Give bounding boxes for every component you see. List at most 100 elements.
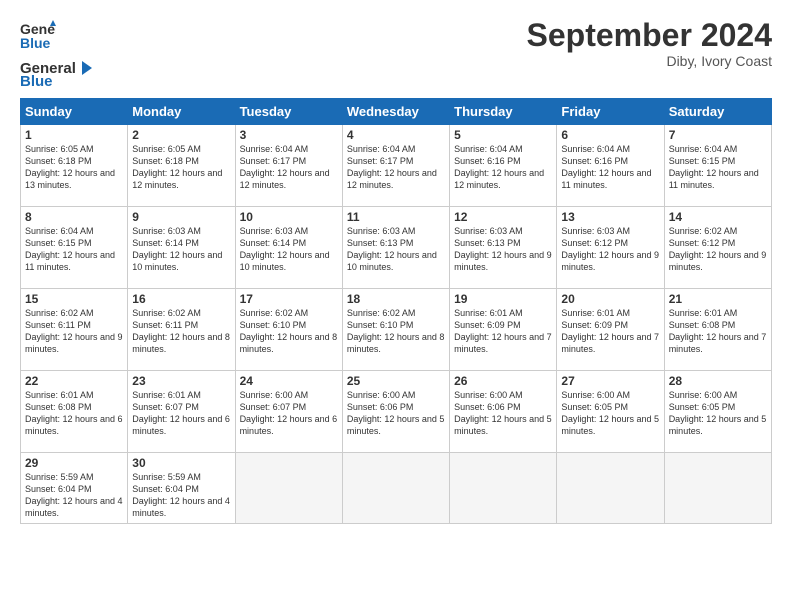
day-number: 6 [561, 128, 659, 142]
day-info: Sunrise: 6:04 AM Sunset: 6:16 PM Dayligh… [454, 143, 552, 192]
day-info: Sunrise: 6:01 AM Sunset: 6:08 PM Dayligh… [25, 389, 123, 438]
table-row: 9 Sunrise: 6:03 AM Sunset: 6:14 PM Dayli… [128, 207, 235, 289]
table-row: 6 Sunrise: 6:04 AM Sunset: 6:16 PM Dayli… [557, 125, 664, 207]
day-info: Sunrise: 6:03 AM Sunset: 6:14 PM Dayligh… [132, 225, 230, 274]
day-number: 23 [132, 374, 230, 388]
day-info: Sunrise: 6:02 AM Sunset: 6:10 PM Dayligh… [240, 307, 338, 356]
table-row: 23 Sunrise: 6:01 AM Sunset: 6:07 PM Dayl… [128, 371, 235, 453]
day-number: 14 [669, 210, 767, 224]
table-row: 18 Sunrise: 6:02 AM Sunset: 6:10 PM Dayl… [342, 289, 449, 371]
day-number: 15 [25, 292, 123, 306]
day-info: Sunrise: 6:02 AM Sunset: 6:12 PM Dayligh… [669, 225, 767, 274]
calendar-row: 8 Sunrise: 6:04 AM Sunset: 6:15 PM Dayli… [21, 207, 772, 289]
day-number: 20 [561, 292, 659, 306]
day-info: Sunrise: 6:04 AM Sunset: 6:17 PM Dayligh… [240, 143, 338, 192]
day-number: 9 [132, 210, 230, 224]
day-number: 11 [347, 210, 445, 224]
day-number: 3 [240, 128, 338, 142]
empty-cell [664, 453, 771, 524]
day-number: 16 [132, 292, 230, 306]
empty-cell [342, 453, 449, 524]
col-thursday: Thursday [450, 99, 557, 125]
day-info: Sunrise: 6:05 AM Sunset: 6:18 PM Dayligh… [25, 143, 123, 192]
empty-cell [235, 453, 342, 524]
table-row: 25 Sunrise: 6:00 AM Sunset: 6:06 PM Dayl… [342, 371, 449, 453]
day-number: 17 [240, 292, 338, 306]
table-row: 7 Sunrise: 6:04 AM Sunset: 6:15 PM Dayli… [664, 125, 771, 207]
month-title: September 2024 [527, 18, 772, 53]
header: General Blue General Blue September 2024… [20, 18, 772, 90]
col-monday: Monday [128, 99, 235, 125]
col-tuesday: Tuesday [235, 99, 342, 125]
day-info: Sunrise: 6:00 AM Sunset: 6:07 PM Dayligh… [240, 389, 338, 438]
table-row: 30 Sunrise: 5:59 AM Sunset: 6:04 PM Dayl… [128, 453, 235, 524]
day-info: Sunrise: 6:00 AM Sunset: 6:06 PM Dayligh… [347, 389, 445, 438]
empty-cell [557, 453, 664, 524]
day-info: Sunrise: 6:03 AM Sunset: 6:12 PM Dayligh… [561, 225, 659, 274]
col-sunday: Sunday [21, 99, 128, 125]
day-info: Sunrise: 6:00 AM Sunset: 6:06 PM Dayligh… [454, 389, 552, 438]
table-row: 21 Sunrise: 6:01 AM Sunset: 6:08 PM Dayl… [664, 289, 771, 371]
day-info: Sunrise: 6:04 AM Sunset: 6:16 PM Dayligh… [561, 143, 659, 192]
day-info: Sunrise: 6:04 AM Sunset: 6:15 PM Dayligh… [669, 143, 767, 192]
day-info: Sunrise: 6:02 AM Sunset: 6:10 PM Dayligh… [347, 307, 445, 356]
day-info: Sunrise: 6:03 AM Sunset: 6:13 PM Dayligh… [347, 225, 445, 274]
calendar-table: Sunday Monday Tuesday Wednesday Thursday… [20, 98, 772, 524]
logo: General Blue General Blue [20, 18, 96, 90]
day-number: 1 [25, 128, 123, 142]
day-info: Sunrise: 6:01 AM Sunset: 6:08 PM Dayligh… [669, 307, 767, 356]
table-row: 29 Sunrise: 5:59 AM Sunset: 6:04 PM Dayl… [21, 453, 128, 524]
day-info: Sunrise: 6:00 AM Sunset: 6:05 PM Dayligh… [561, 389, 659, 438]
day-info: Sunrise: 6:01 AM Sunset: 6:07 PM Dayligh… [132, 389, 230, 438]
day-info: Sunrise: 6:04 AM Sunset: 6:17 PM Dayligh… [347, 143, 445, 192]
day-number: 19 [454, 292, 552, 306]
day-number: 7 [669, 128, 767, 142]
col-friday: Friday [557, 99, 664, 125]
day-info: Sunrise: 6:03 AM Sunset: 6:14 PM Dayligh… [240, 225, 338, 274]
empty-cell [450, 453, 557, 524]
day-number: 24 [240, 374, 338, 388]
day-number: 12 [454, 210, 552, 224]
day-info: Sunrise: 6:02 AM Sunset: 6:11 PM Dayligh… [132, 307, 230, 356]
day-number: 2 [132, 128, 230, 142]
day-number: 27 [561, 374, 659, 388]
day-info: Sunrise: 6:03 AM Sunset: 6:13 PM Dayligh… [454, 225, 552, 274]
day-number: 5 [454, 128, 552, 142]
day-info: Sunrise: 6:04 AM Sunset: 6:15 PM Dayligh… [25, 225, 123, 274]
day-number: 13 [561, 210, 659, 224]
table-row: 16 Sunrise: 6:02 AM Sunset: 6:11 PM Dayl… [128, 289, 235, 371]
day-number: 28 [669, 374, 767, 388]
calendar-row: 15 Sunrise: 6:02 AM Sunset: 6:11 PM Dayl… [21, 289, 772, 371]
logo-arrow-icon [78, 59, 96, 77]
day-number: 8 [25, 210, 123, 224]
page-container: General Blue General Blue September 2024… [0, 0, 792, 534]
table-row: 20 Sunrise: 6:01 AM Sunset: 6:09 PM Dayl… [557, 289, 664, 371]
logo-icon: General Blue [20, 18, 56, 54]
day-number: 18 [347, 292, 445, 306]
calendar-body: 1 Sunrise: 6:05 AM Sunset: 6:18 PM Dayli… [21, 125, 772, 524]
table-row: 19 Sunrise: 6:01 AM Sunset: 6:09 PM Dayl… [450, 289, 557, 371]
calendar-row: 1 Sunrise: 6:05 AM Sunset: 6:18 PM Dayli… [21, 125, 772, 207]
day-number: 4 [347, 128, 445, 142]
day-info: Sunrise: 5:59 AM Sunset: 6:04 PM Dayligh… [132, 471, 230, 520]
day-number: 26 [454, 374, 552, 388]
calendar-header-row: Sunday Monday Tuesday Wednesday Thursday… [21, 99, 772, 125]
table-row: 1 Sunrise: 6:05 AM Sunset: 6:18 PM Dayli… [21, 125, 128, 207]
table-row: 15 Sunrise: 6:02 AM Sunset: 6:11 PM Dayl… [21, 289, 128, 371]
calendar-row: 22 Sunrise: 6:01 AM Sunset: 6:08 PM Dayl… [21, 371, 772, 453]
col-saturday: Saturday [664, 99, 771, 125]
table-row: 17 Sunrise: 6:02 AM Sunset: 6:10 PM Dayl… [235, 289, 342, 371]
day-number: 22 [25, 374, 123, 388]
table-row: 13 Sunrise: 6:03 AM Sunset: 6:12 PM Dayl… [557, 207, 664, 289]
day-info: Sunrise: 6:05 AM Sunset: 6:18 PM Dayligh… [132, 143, 230, 192]
day-info: Sunrise: 6:00 AM Sunset: 6:05 PM Dayligh… [669, 389, 767, 438]
day-number: 25 [347, 374, 445, 388]
table-row: 22 Sunrise: 6:01 AM Sunset: 6:08 PM Dayl… [21, 371, 128, 453]
table-row: 2 Sunrise: 6:05 AM Sunset: 6:18 PM Dayli… [128, 125, 235, 207]
table-row: 11 Sunrise: 6:03 AM Sunset: 6:13 PM Dayl… [342, 207, 449, 289]
table-row: 28 Sunrise: 6:00 AM Sunset: 6:05 PM Dayl… [664, 371, 771, 453]
day-info: Sunrise: 6:01 AM Sunset: 6:09 PM Dayligh… [454, 307, 552, 356]
title-area: September 2024 Diby, Ivory Coast [527, 18, 772, 69]
day-number: 30 [132, 456, 230, 470]
day-number: 21 [669, 292, 767, 306]
